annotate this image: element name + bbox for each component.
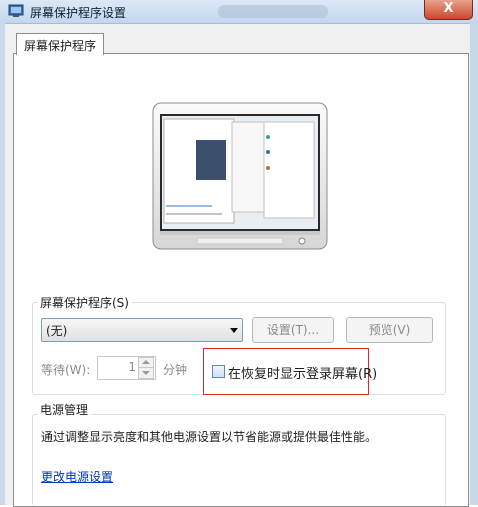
screensaver-settings-window: 屏幕保护程序设置 X 屏幕保护程序 屏幕保护程序(S) (无) 设置(T)...… xyxy=(0,0,478,507)
wait-label: 等待(W): xyxy=(41,363,91,377)
window-frame-left xyxy=(0,23,5,505)
title-bar[interactable]: 屏幕保护程序设置 X xyxy=(0,0,478,24)
close-icon: X xyxy=(443,1,454,16)
close-button[interactable]: X xyxy=(424,0,473,20)
screensaver-dropdown[interactable]: (无) xyxy=(41,318,243,342)
change-power-settings-link[interactable]: 更改电源设置 xyxy=(41,468,113,485)
spin-down-button[interactable] xyxy=(138,367,154,379)
resume-login-label[interactable]: 在恢复时显示登录屏幕(R) xyxy=(228,363,377,382)
power-group-label: 电源管理 xyxy=(37,401,92,418)
tab-label: 屏幕保护程序 xyxy=(24,39,97,53)
power-description: 通过调整显示亮度和其他电源设置以节省能源或提供最佳性能。 xyxy=(41,430,378,444)
minutes-label: 分钟 xyxy=(163,363,188,377)
chevron-down-icon xyxy=(230,328,238,333)
window-title: 屏幕保护程序设置 xyxy=(30,6,127,20)
settings-button[interactable]: 设置(T)... xyxy=(252,317,334,343)
arrow-down-icon xyxy=(142,371,150,375)
screensaver-app-icon xyxy=(8,4,24,17)
blurred-title-area xyxy=(218,5,328,18)
window-frame-right xyxy=(470,23,478,505)
tab-screensaver[interactable]: 屏幕保护程序 xyxy=(16,33,104,55)
wait-value: 1 xyxy=(128,360,136,374)
preview-button[interactable]: 预览(V) xyxy=(346,317,433,343)
arrow-up-icon xyxy=(142,360,150,364)
wait-minutes-stepper[interactable]: 1 xyxy=(97,356,156,380)
monitor-preview-image xyxy=(152,102,328,250)
screensaver-group-label: 屏幕保护程序(S) xyxy=(37,294,132,311)
resume-login-checkbox[interactable] xyxy=(212,365,225,378)
screensaver-selected-value: (无) xyxy=(46,324,68,338)
